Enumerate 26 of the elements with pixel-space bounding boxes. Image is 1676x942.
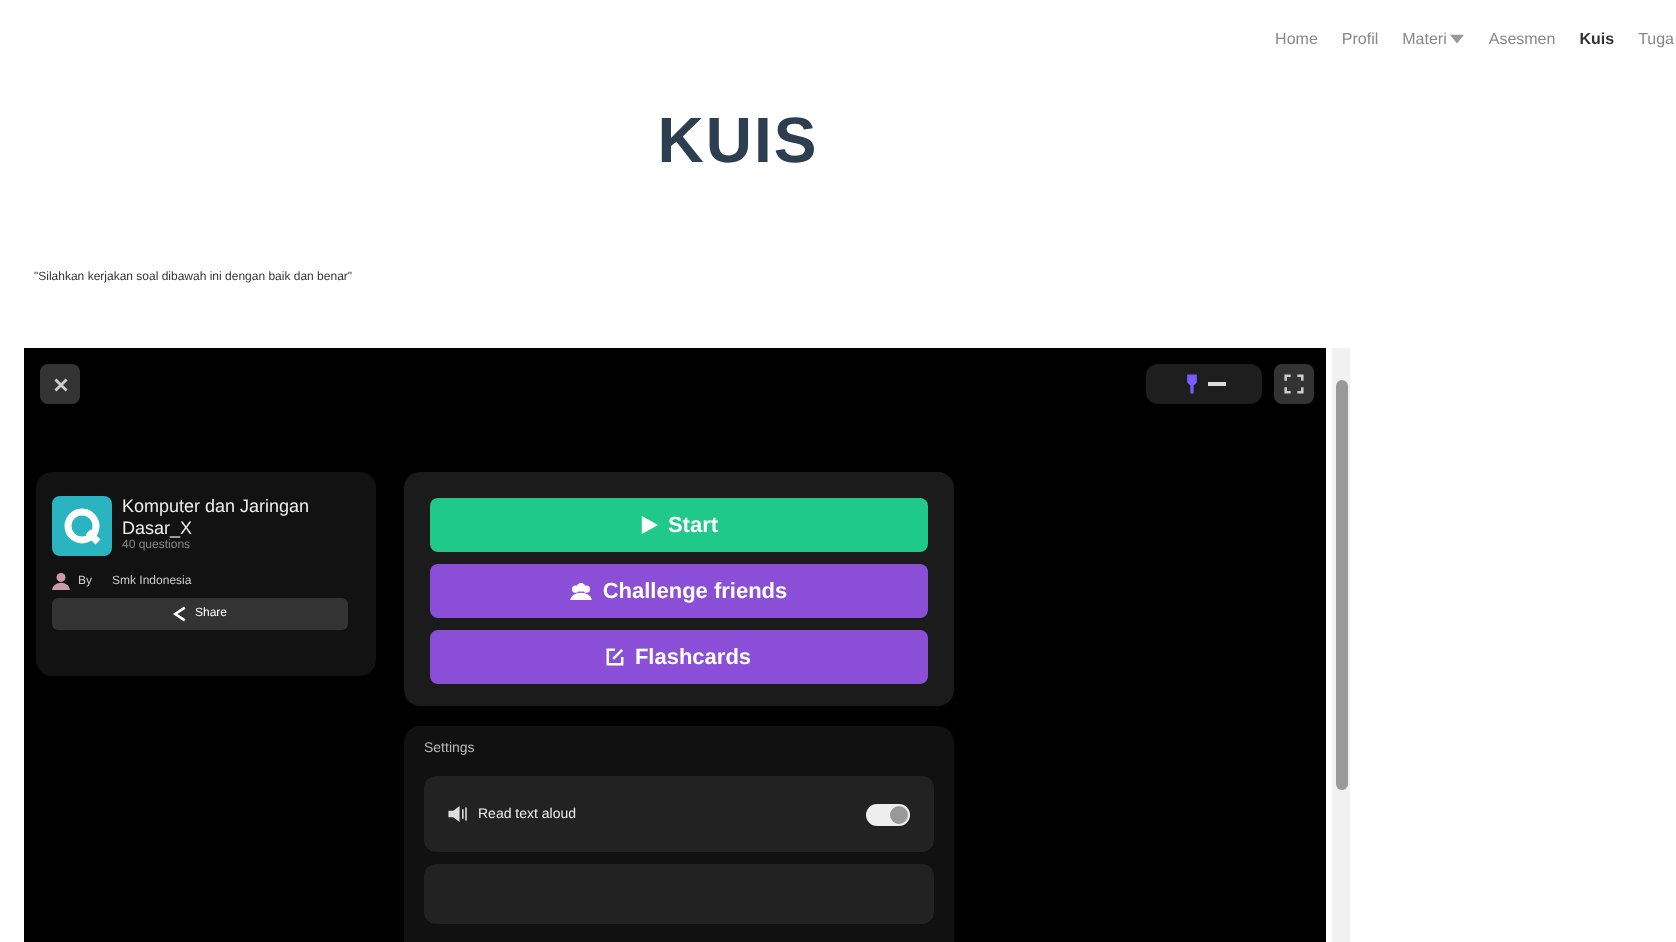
theme-toggle-button[interactable] — [1146, 364, 1262, 404]
nav-link[interactable]: Profil — [1341, 24, 1379, 52]
toggle-switch[interactable] — [866, 803, 910, 825]
scrollbar[interactable] — [1332, 348, 1350, 942]
challenge-button[interactable]: Challenge friends — [430, 564, 928, 618]
page-title: KUIS — [655, 104, 821, 178]
nav-link[interactable]: Home — [1275, 24, 1318, 52]
quiz-logo-icon — [52, 496, 112, 556]
quiz-title: Komputer dan Jaringan Dasar_X — [122, 496, 312, 539]
close-button[interactable] — [40, 364, 80, 404]
share-icon — [172, 606, 189, 622]
close-icon — [53, 377, 67, 391]
nav-link[interactable]: Kuis — [1579, 24, 1615, 52]
flashcards-button[interactable]: Flashcards — [430, 630, 928, 684]
brush-icon — [1183, 372, 1199, 396]
fullscreen-button[interactable] — [1274, 364, 1314, 404]
people-icon — [570, 582, 593, 600]
nav-link[interactable]: Tuga — [1638, 24, 1674, 52]
play-icon — [639, 516, 658, 534]
user-icon — [52, 572, 70, 590]
start-button[interactable]: Start — [430, 498, 928, 552]
edit-icon — [606, 648, 625, 666]
nav-link[interactable]: Asesmen — [1488, 24, 1556, 52]
nav-link[interactable]: Materi — [1402, 24, 1465, 52]
speaker-icon — [448, 806, 468, 822]
fullscreen-icon — [1284, 374, 1304, 394]
